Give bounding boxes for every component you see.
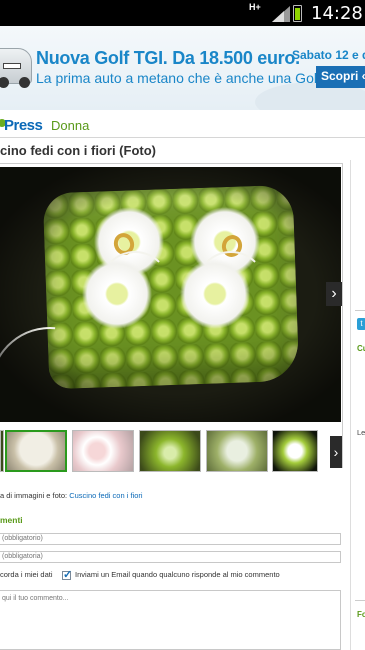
status-bar: H+ 14:28 [0,0,365,26]
sidebar-heading: Fo [357,610,365,619]
sidebar-divider [355,600,365,601]
network-type-indicator: H+ [249,2,261,12]
credit-prefix: a di immagini e foto: [0,491,70,500]
thumbnail[interactable] [139,430,201,472]
ad-subline: La prima auto a metano che è anche una G… [36,70,325,86]
car-image [0,48,32,88]
photo-vignette [0,167,341,422]
name-field[interactable]: (obbligatorio) [0,533,341,545]
thumbnail[interactable] [206,430,268,472]
section-link-donna[interactable]: Donna [51,118,89,133]
sidebar-divider [355,310,365,311]
comment-textarea[interactable]: qui il tuo commento... [0,590,341,650]
ad-date: Sabato 12 e do [292,48,365,62]
credit-link[interactable]: Cuscino fedi con i fiori [69,491,142,500]
car-plate [3,63,21,69]
thumbnail[interactable] [0,430,4,472]
chevron-right-icon: › [333,444,339,460]
sidebar-heading: Cu [357,344,365,353]
site-logo[interactable]: Press [4,117,43,134]
gallery-next-button[interactable]: › [326,282,342,306]
page-title: cino fedi con i fiori (Foto) [0,143,156,158]
thumbnail[interactable] [272,430,318,472]
remember-me-label: corda i miei dati [0,570,53,579]
photo-credit: a di immagini e foto: Cuscino fedi con i… [0,491,143,500]
chevron-right-icon: › [331,285,337,302]
gallery-main-photo[interactable] [0,167,341,422]
clock: 14:28 [311,3,363,24]
email-field[interactable]: (obbligatoria) [0,551,341,563]
remember-me-row: corda i miei dati [0,570,53,582]
signal-icon [272,6,290,22]
thumbnails-next-button[interactable]: › [330,436,342,468]
thumbnail-selected[interactable] [5,430,67,472]
twitter-icon[interactable]: t [357,318,365,330]
site-header: Press Donna [0,110,365,138]
wheel [19,77,30,88]
thumbnail[interactable] [72,430,134,472]
ad-headline: Nuova Golf TGI. Da 18.500 euro. [36,48,300,68]
sidebar-text: Le [357,428,365,437]
ad-banner[interactable]: Nuova Golf TGI. Da 18.500 euro. La prima… [0,26,365,110]
notify-label: Inviami un Email quando qualcuno rispond… [75,570,280,579]
notify-checkbox[interactable] [62,568,72,581]
comments-heading: menti [0,515,23,525]
gallery-thumbnails: › [0,428,342,474]
battery-icon [293,5,302,22]
sidebar: t Cu Le Fo [350,160,365,650]
ad-cta-button[interactable]: Scopri ‹ [316,66,365,88]
wheel [0,77,9,88]
